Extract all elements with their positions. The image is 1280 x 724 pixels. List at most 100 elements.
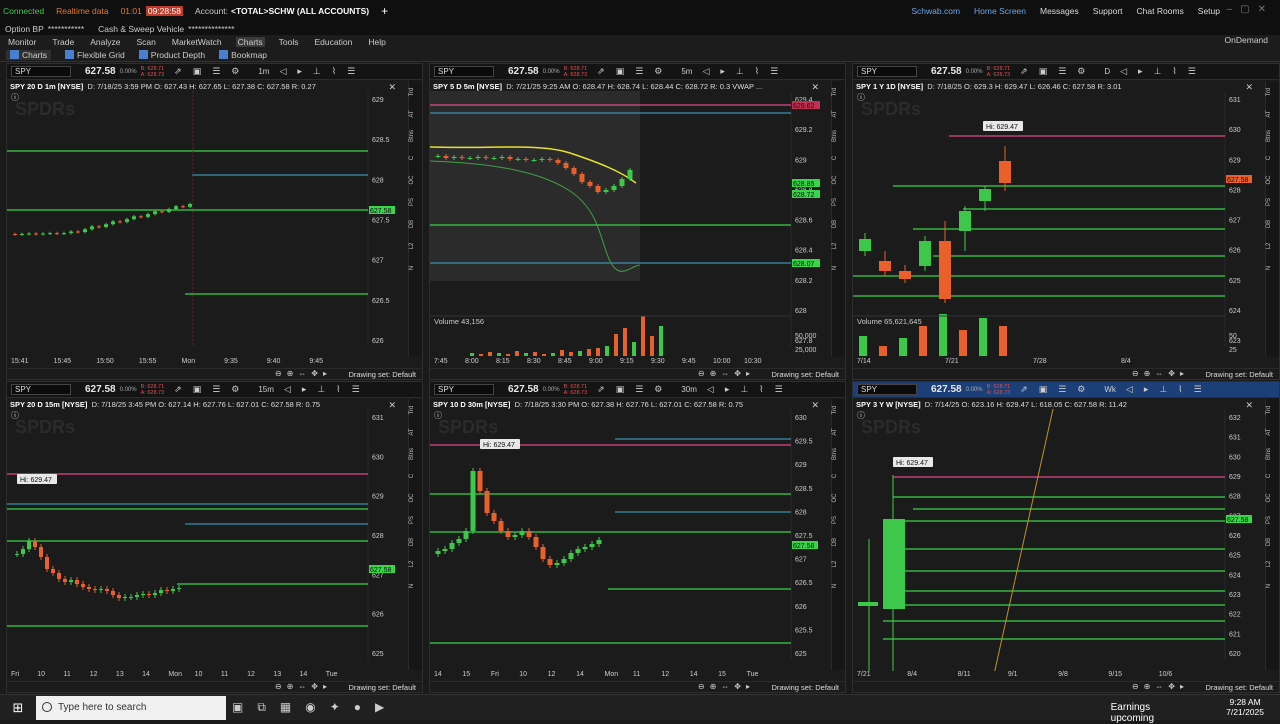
weather-widget[interactable]: Earnings upcoming xyxy=(1111,702,1154,724)
price-plot[interactable]: SPDRsⓘ 629 628.5 628 627.5 627 626.5 626 627.58 xyxy=(7,91,410,358)
aggregation-selector[interactable]: Wk xyxy=(1104,385,1116,394)
alert-icon[interactable]: ⓘ xyxy=(857,93,865,102)
drawing-toolbar[interactable]: ◁▸⊥⌇☰ xyxy=(1120,66,1207,77)
candle xyxy=(125,219,129,222)
drawing-toolbar[interactable]: ◁▸⊥⌇☰ xyxy=(702,66,789,77)
symbol-input[interactable]: SPY xyxy=(857,384,917,395)
zoom-controls[interactable]: ⊖⊕⇔✥▸ xyxy=(275,369,332,378)
y-tick-label: 629 xyxy=(795,157,807,164)
messages-link[interactable]: Messages xyxy=(1040,6,1079,16)
chart-panel[interactable]: SPY 627.58 0.00% B: 628.71 A: 628.73 ⇗▣☰⚙… xyxy=(429,381,846,693)
price-plot[interactable]: SPDRsⓘ 631630629628627626625Hi: 629.47627… xyxy=(7,409,410,671)
menu-charts[interactable]: Charts xyxy=(235,36,265,47)
chart-toolbar[interactable]: ⇗▣☰⚙ xyxy=(597,66,673,77)
chart-toolbar[interactable]: ⇗▣☰⚙ xyxy=(1020,66,1096,77)
alert-icon[interactable]: ⓘ xyxy=(857,411,865,420)
symbol-input[interactable]: SPY xyxy=(434,384,494,395)
zoom-controls[interactable]: ⊖⊕⇔✥▸ xyxy=(698,369,755,378)
chart-panel[interactable]: SPY 627.58 0.00% B: 628.71 A: 628.73 ⇗▣☰⚙… xyxy=(6,381,423,693)
add-icon[interactable]: + xyxy=(381,4,388,18)
ondemand-button[interactable]: OnDemand xyxy=(1225,35,1268,45)
aggregation-selector[interactable]: 1m xyxy=(258,67,269,76)
candle xyxy=(491,158,497,159)
window-controls[interactable]: –▢✕ xyxy=(1227,4,1274,15)
ohlc-readout: D: 7/18/25 3:59 PM O: 627.43 H: 627.65 L… xyxy=(87,82,316,91)
chart-toolbar[interactable]: ⇗▣☰⚙ xyxy=(597,384,673,395)
menu-help[interactable]: Help xyxy=(366,37,387,47)
y-tick-label: 626 xyxy=(1229,533,1241,540)
top-links: Schwab.com Home Screen Messages Support … xyxy=(897,0,1220,22)
tab-flexible-grid[interactable]: Flexible Grid xyxy=(65,49,125,60)
drawing-set[interactable]: Drawing set: Default xyxy=(771,370,839,379)
price-plot[interactable]: SPDRsⓘ 630 629.5 629 628.5 628 627.5 627 626.5 62… xyxy=(430,409,833,671)
tray-clock[interactable]: 9:28 AM 7/21/2025 xyxy=(1226,697,1264,717)
y-tick-label: 627 xyxy=(795,557,807,564)
candle xyxy=(111,591,115,595)
chart-panel[interactable]: SPY 627.58 0.00% B: 628.71 A: 628.73 ⇗▣☰⚙… xyxy=(852,381,1280,693)
candle xyxy=(484,491,490,513)
chart-toolbar[interactable]: ⇗▣☰⚙ xyxy=(1020,384,1096,395)
alert-icon[interactable]: ⓘ xyxy=(11,411,19,420)
drawing-set[interactable]: Drawing set: Default xyxy=(1205,370,1273,379)
alert-icon[interactable]: ⓘ xyxy=(434,411,442,420)
menu-monitor[interactable]: Monitor xyxy=(6,37,38,47)
symbol-input[interactable]: SPY xyxy=(434,66,494,77)
drawing-set[interactable]: Drawing set: Default xyxy=(348,370,416,379)
menu-education[interactable]: Education xyxy=(313,37,355,47)
menu-analyze[interactable]: Analyze xyxy=(88,37,122,47)
candle xyxy=(99,589,103,590)
taskbar-apps[interactable]: ▣⧉▦◉✦●▶ xyxy=(232,700,398,715)
tab-charts[interactable]: Charts xyxy=(6,49,52,60)
symbol-input[interactable]: SPY xyxy=(11,66,71,77)
candle xyxy=(571,168,577,174)
chat-rooms-link[interactable]: Chat Rooms xyxy=(1137,6,1184,16)
chart-toolbar[interactable]: ⇗▣☰⚙ xyxy=(174,384,250,395)
drawing-toolbar[interactable]: ◁▸⊥⌇☰ xyxy=(284,384,371,395)
chart-footer: ⊖⊕⇔✥▸ Drawing set: Default xyxy=(853,368,1279,379)
chart-panel[interactable]: SPY 627.58 0.00% B: 628.71 A: 628.73 ⇗▣☰⚙… xyxy=(429,63,846,380)
price-plot[interactable]: SPDRsⓘ629.4629.2629628.8628.6628.4628.26… xyxy=(430,91,833,358)
chart-panel[interactable]: SPY 627.58 0.00% B: 628.71 A: 628.73 ⇗▣☰⚙… xyxy=(852,63,1280,380)
setup-link[interactable]: Setup xyxy=(1198,6,1220,16)
zoom-controls[interactable]: ⊖⊕⇔✥▸ xyxy=(275,682,332,691)
home-screen-link[interactable]: Home Screen xyxy=(974,6,1026,16)
price-plot[interactable]: SPDRsⓘ 631630629628627626625624623Hi: 629… xyxy=(853,91,1267,358)
schwab-link[interactable]: Schwab.com xyxy=(911,6,960,16)
drawing-toolbar[interactable]: ◁▸⊥⌇☰ xyxy=(1126,384,1213,395)
taskbar-search[interactable]: Type here to search xyxy=(36,696,226,720)
chart-toolbar[interactable]: ⇗▣☰⚙ xyxy=(174,66,250,77)
aggregation-selector[interactable]: 5m xyxy=(681,67,692,76)
menu-trade[interactable]: Trade xyxy=(50,37,76,47)
menu-scan[interactable]: Scan xyxy=(134,37,157,47)
aggregation-selector[interactable]: 15m xyxy=(258,385,274,394)
zoom-controls[interactable]: ⊖⊕⇔✥▸ xyxy=(698,682,755,691)
tab-bookmap[interactable]: Bookmap xyxy=(219,49,267,60)
search-placeholder: Type here to search xyxy=(58,702,147,713)
candle xyxy=(491,513,497,521)
menu-marketwatch[interactable]: MarketWatch xyxy=(170,37,224,47)
chart-title: SPY 20 D 15m [NYSE] xyxy=(10,400,88,409)
windows-start-icon[interactable]: ⊞ xyxy=(0,695,36,721)
aggregation-selector[interactable]: 30m xyxy=(681,385,697,394)
drawing-set[interactable]: Drawing set: Default xyxy=(771,683,839,692)
alert-icon[interactable]: ⓘ xyxy=(11,93,19,102)
aggregation-selector[interactable]: D xyxy=(1104,67,1110,76)
spdr-watermark: SPDRs xyxy=(15,417,75,437)
x-tick-label: 8:30 xyxy=(527,358,541,365)
volume-bar xyxy=(551,353,555,356)
price-plot[interactable]: SPDRsⓘ6326316306296286276266256246236226… xyxy=(853,409,1267,671)
zoom-controls[interactable]: ⊖⊕⇔✥▸ xyxy=(1132,682,1189,691)
account-selector[interactable]: <TOTAL>SCHW (ALL ACCOUNTS) xyxy=(231,6,369,16)
chart-footer: ⊖⊕⇔✥▸ Drawing set: Default xyxy=(7,368,422,379)
drawing-set[interactable]: Drawing set: Default xyxy=(1205,683,1273,692)
drawing-toolbar[interactable]: ◁▸⊥⌇☰ xyxy=(279,66,366,77)
support-link[interactable]: Support xyxy=(1093,6,1123,16)
symbol-input[interactable]: SPY xyxy=(11,384,71,395)
zoom-controls[interactable]: ⊖⊕⇔✥▸ xyxy=(1132,369,1189,378)
drawing-toolbar[interactable]: ◁▸⊥⌇☰ xyxy=(707,384,794,395)
drawing-set[interactable]: Drawing set: Default xyxy=(348,683,416,692)
menu-tools[interactable]: Tools xyxy=(277,37,301,47)
symbol-input[interactable]: SPY xyxy=(857,66,917,77)
tab-product-depth[interactable]: Product Depth xyxy=(138,49,205,60)
chart-panel[interactable]: SPY 627.58 0.00% B: 628.71 A: 628.73 ⇗▣☰⚙… xyxy=(6,63,423,380)
